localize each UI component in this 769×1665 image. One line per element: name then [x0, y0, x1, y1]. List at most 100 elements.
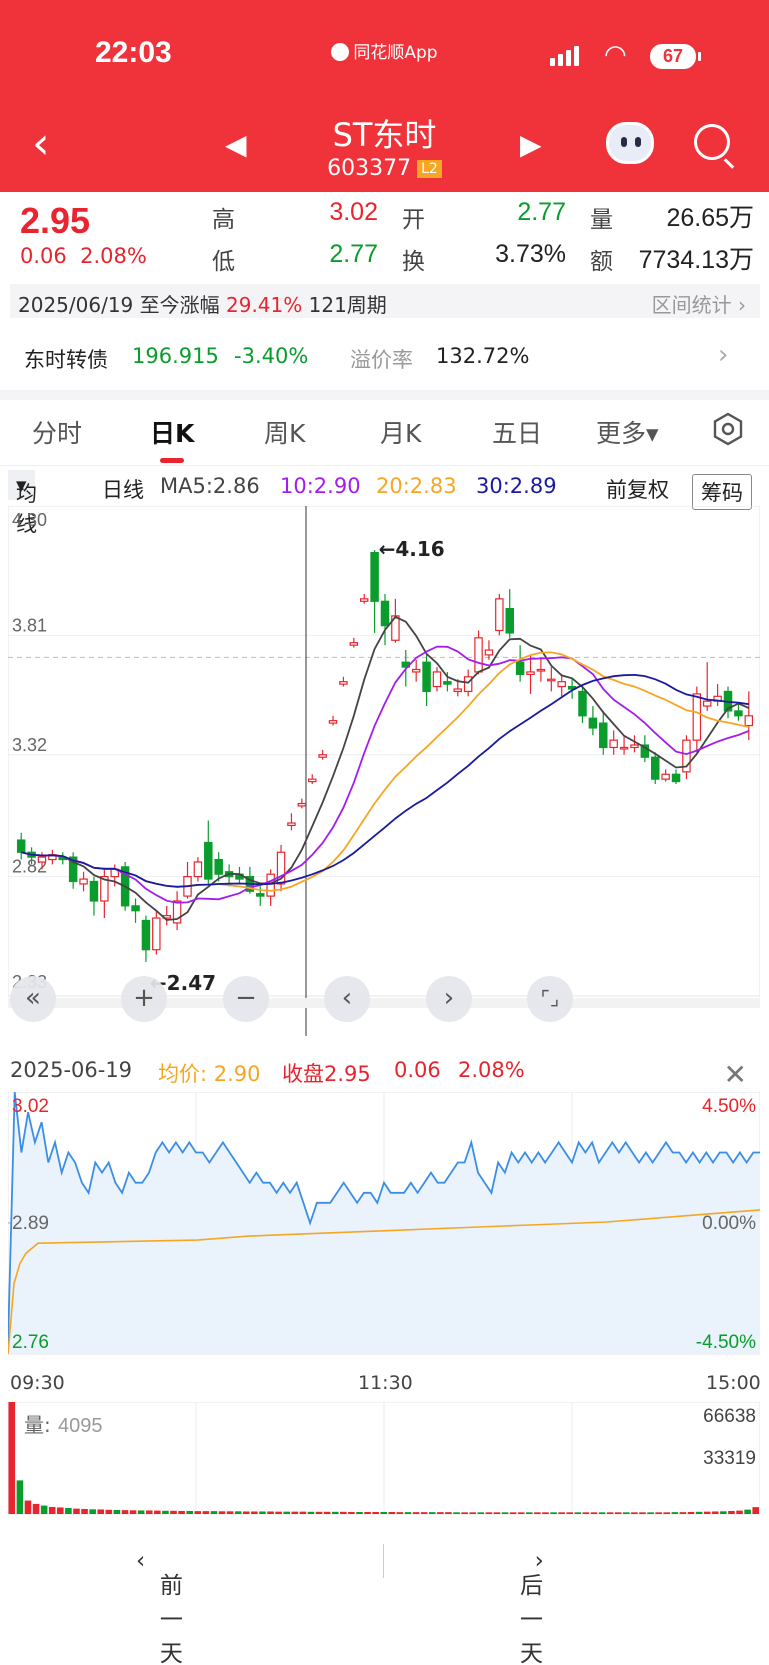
rewind-icon[interactable]: « [10, 976, 56, 1022]
tab-intraday[interactable]: 分时 [32, 414, 82, 450]
bond-change: -3.40% [234, 344, 309, 368]
volume-bar [267, 1511, 274, 1514]
candle-body [380, 600, 390, 627]
fullscreen-icon[interactable]: ⌜⌟ [527, 976, 573, 1022]
volume-bar [437, 1512, 444, 1514]
candle-body [141, 919, 151, 951]
candle-body [287, 822, 296, 827]
zoom-out-icon[interactable]: − [223, 976, 269, 1022]
range-stats-link[interactable]: 区间统计 › [652, 289, 746, 318]
candle-body [339, 681, 348, 685]
intraday-chart[interactable]: 3.02 2.89 2.76 4.50% 0.00% -4.50% [8, 1092, 760, 1372]
candle-body [474, 637, 483, 673]
app-logo-icon [331, 43, 350, 61]
turnover-value: 3.73% [495, 240, 566, 268]
next-day-button[interactable]: 后一天 › [520, 1548, 544, 1665]
candle-body [152, 917, 161, 951]
volume-bar [493, 1512, 501, 1514]
candle-body [308, 778, 317, 783]
volume-bar [623, 1512, 630, 1514]
volume-bar [566, 1512, 574, 1514]
tab-five-day[interactable]: 五日 [492, 414, 542, 450]
volume-bar [679, 1512, 687, 1514]
volume-bar [89, 1509, 96, 1514]
candle-body [266, 873, 275, 897]
tab-weekly-k[interactable]: 周K [264, 414, 305, 450]
candle-body [89, 880, 99, 902]
high-label: 高 [212, 207, 235, 233]
volume-bar [275, 1511, 282, 1514]
low-value: 2.77 [329, 240, 378, 268]
candle-body [328, 720, 338, 724]
y-left-low: 2.76 [12, 1332, 49, 1353]
volume-bar [194, 1511, 202, 1514]
turnover-label: 换 [402, 249, 425, 275]
volume-bar [291, 1511, 299, 1514]
next-stock-icon[interactable]: ▶ [520, 128, 542, 161]
next-icon[interactable]: › [426, 976, 472, 1022]
ma10-line [20, 645, 750, 904]
prev-day-button[interactable]: ‹ 前一天 [136, 1548, 183, 1665]
tab-monthly-k[interactable]: 月K [380, 414, 421, 450]
volume-bar [323, 1511, 331, 1514]
close-price: 收盘2.95 [282, 1062, 371, 1086]
time-label-close: 15:00 [706, 1372, 761, 1394]
volume-bar [348, 1511, 355, 1514]
prev-icon[interactable]: ‹ [324, 976, 370, 1022]
period-label: 日线 [102, 478, 144, 502]
tab-daily-k[interactable]: 日K [150, 414, 194, 450]
search-icon[interactable] [694, 124, 730, 160]
volume-bar [364, 1511, 371, 1514]
range-pct: 29.41% [226, 293, 303, 317]
volume-bar [744, 1509, 751, 1514]
y-right-mid: 0.00% [702, 1213, 756, 1234]
candle-body [661, 773, 670, 780]
premium-value: 132.72% [436, 344, 530, 368]
range-summary: 2025/06/19 至今涨幅 29.41% 121周期 [18, 293, 387, 317]
candle-body [515, 661, 525, 675]
app-name: 同花顺App [353, 43, 438, 63]
tab-more[interactable]: 更多▾ [596, 414, 659, 450]
adjust-mode[interactable]: 前复权 [606, 474, 669, 504]
volume-bar [558, 1512, 565, 1514]
volume-bar [299, 1511, 307, 1514]
volume-bar [16, 1480, 24, 1514]
candle-body [37, 856, 47, 863]
candle-body [256, 893, 265, 897]
volume-bar [307, 1511, 315, 1514]
volume-bar [226, 1511, 234, 1514]
volume-bar [517, 1512, 525, 1514]
candle-body [744, 715, 754, 727]
ma-selector[interactable]: 均线 ▾ [8, 470, 37, 536]
chip-distribution-button[interactable]: 筹码 [692, 474, 752, 510]
ma30-value: 30:2.89 [476, 474, 557, 498]
volume-bar [65, 1507, 72, 1514]
candle-body [411, 668, 421, 673]
volume-bar [24, 1500, 32, 1514]
chevron-right-icon[interactable]: › [718, 340, 728, 370]
assistant-robot-icon[interactable] [606, 122, 654, 164]
volume-bar [396, 1512, 404, 1514]
volume-bar [614, 1512, 622, 1514]
volume-bar [728, 1510, 735, 1514]
zoom-in-icon[interactable]: + [121, 976, 167, 1022]
candle-body [578, 690, 587, 717]
candle-body [536, 668, 546, 672]
convertible-bond-row[interactable]: 东时转债 196.915 -3.40% 溢价率 132.72% › [0, 330, 769, 388]
volume-bar [695, 1511, 703, 1514]
range-stats-bar[interactable]: 2025/06/19 至今涨幅 29.41% 121周期 区间统计 › [10, 284, 760, 318]
candle-body [599, 722, 608, 749]
high-value: 3.02 [329, 198, 378, 226]
candle-body [702, 700, 712, 707]
volume-bar [453, 1512, 460, 1514]
candle-body [422, 661, 431, 693]
y-tick-label: 3.32 [12, 735, 47, 755]
settings-icon[interactable] [712, 412, 744, 446]
candle-body [297, 802, 307, 807]
y-left-mid: 2.89 [12, 1213, 49, 1234]
close-icon[interactable]: ✕ [724, 1058, 747, 1091]
level-badge[interactable]: L2 [417, 160, 442, 178]
candlestick-chart[interactable]: 4.303.813.322.822.33←4.16←2.47 [8, 506, 760, 1036]
volume-bar [639, 1512, 646, 1514]
volume-chart[interactable]: 量: 4095 66638 33319 [8, 1402, 760, 1522]
